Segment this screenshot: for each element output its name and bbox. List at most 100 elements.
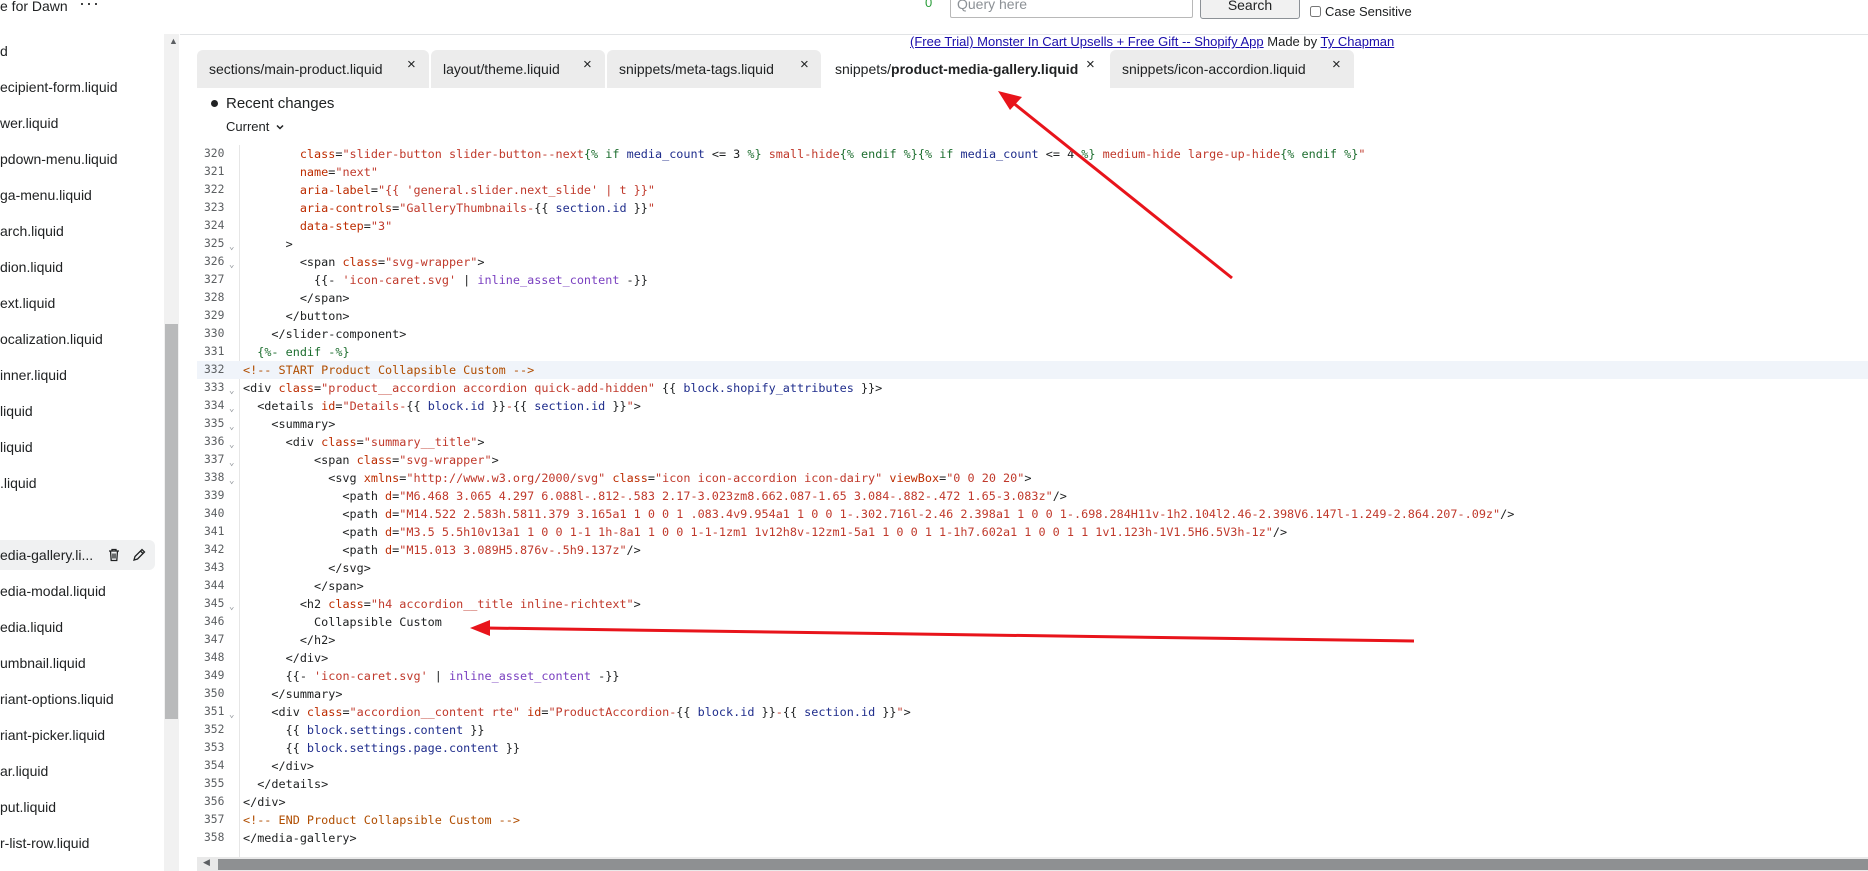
code-line[interactable]: 358 </media-gallery>: [197, 829, 1868, 847]
code-line[interactable]: 355 </details>: [197, 775, 1868, 793]
tab-file[interactable]: sections/main-product.liquid ×: [197, 50, 429, 88]
tab-file[interactable]: snippets/product-media-gallery.liquid ×: [823, 50, 1107, 88]
code-line[interactable]: 329 </button>: [197, 307, 1868, 325]
sidebar-item[interactable]: liquid: [0, 396, 155, 426]
code-line[interactable]: 337 ⌄ <span class="svg-wrapper">: [197, 451, 1868, 469]
sidebar-scroll-thumb[interactable]: [165, 324, 178, 719]
code-line[interactable]: 349 {{- 'icon-caret.svg' | inline_asset_…: [197, 667, 1868, 685]
code-line[interactable]: 351 ⌄ <div class="accordion__content rte"…: [197, 703, 1868, 721]
promo-link[interactable]: (Free Trial) Monster In Cart Upsells + F…: [910, 34, 1264, 49]
code-line[interactable]: 350 </summary>: [197, 685, 1868, 703]
promo-author-link[interactable]: Ty Chapman: [1321, 34, 1395, 49]
sidebar-item[interactable]: .liquid: [0, 468, 155, 498]
search-input[interactable]: [950, 0, 1193, 18]
sidebar-item-label: edia-gallery.li...: [0, 547, 94, 563]
code-text: <path d="M3.5 5.5h10v13a1 1 0 0 1-1 1h-8…: [243, 525, 1288, 539]
code-line[interactable]: 326 ⌄ <span class="svg-wrapper">: [197, 253, 1868, 271]
sidebar-item[interactable]: umbnail.liquid: [0, 648, 155, 678]
code-line[interactable]: 325 ⌄ >: [197, 235, 1868, 253]
code-line[interactable]: 347 </h2>: [197, 631, 1868, 649]
tab-label: sections/main-product.liquid: [209, 61, 383, 77]
line-number: 322: [204, 183, 225, 196]
sidebar-item[interactable]: ecipient-form.liquid: [0, 72, 155, 102]
version-select[interactable]: Current: [226, 119, 285, 134]
tab-file[interactable]: layout/theme.liquid ×: [431, 50, 605, 88]
code-line[interactable]: 340 <path d="M14.522 2.583h.5811.379 3.1…: [197, 505, 1868, 523]
sidebar-item[interactable]: r-list-row.liquid: [0, 828, 155, 858]
sidebar-item[interactable]: [0, 504, 155, 534]
close-icon[interactable]: ×: [800, 56, 809, 73]
close-icon[interactable]: ×: [583, 56, 592, 73]
sidebar-item[interactable]: ahadaiiiii: [0, 864, 155, 871]
code-line[interactable]: 327 {{- 'icon-caret.svg' | inline_asset_…: [197, 271, 1868, 289]
code-line[interactable]: 338 ⌄ <svg xmlns="http://www.w3.org/2000/…: [197, 469, 1868, 487]
more-options-icon[interactable]: ···: [79, 0, 100, 14]
sidebar-item[interactable]: ext.liquid: [0, 288, 155, 318]
code-line[interactable]: 354 </div>: [197, 757, 1868, 775]
sidebar-item[interactable]: ga-menu.liquid: [0, 180, 155, 210]
close-icon[interactable]: ×: [1086, 56, 1095, 73]
code-editor[interactable]: 320 class="slider-button slider-button--…: [197, 145, 1868, 857]
code-line[interactable]: 320 class="slider-button slider-button--…: [197, 145, 1868, 163]
sidebar-item-label: wer.liquid: [0, 115, 59, 131]
code-line[interactable]: 348 </div>: [197, 649, 1868, 667]
code-text: </span>: [243, 291, 350, 305]
code-line[interactable]: 330 </slider-component>: [197, 325, 1868, 343]
code-line[interactable]: 335 ⌄ <summary>: [197, 415, 1868, 433]
sidebar-item[interactable]: edia.liquid: [0, 612, 155, 642]
code-line[interactable]: 343 </svg>: [197, 559, 1868, 577]
sidebar-item[interactable]: dion.liquid: [0, 252, 155, 282]
code-line[interactable]: 328 </span>: [197, 289, 1868, 307]
line-number: 355: [204, 777, 225, 790]
sidebar-item[interactable]: riant-picker.liquid: [0, 720, 155, 750]
code-line[interactable]: 341 <path d="M3.5 5.5h10v13a1 1 0 0 1-1 …: [197, 523, 1868, 541]
tab-label-prefix: snippets/: [835, 61, 892, 77]
trash-icon[interactable]: [106, 547, 122, 563]
search-button[interactable]: Search: [1200, 0, 1300, 19]
sidebar-item[interactable]: pdown-menu.liquid: [0, 144, 155, 174]
code-line[interactable]: 345 ⌄ <h2 class="h4 accordion__title inli…: [197, 595, 1868, 613]
sidebar-item[interactable]: liquid: [0, 432, 155, 462]
sidebar-item[interactable]: wer.liquid: [0, 108, 155, 138]
code-line[interactable]: 353 {{ block.settings.page.content }}: [197, 739, 1868, 757]
code-line[interactable]: 352 {{ block.settings.content }}: [197, 721, 1868, 739]
case-sensitive-checkbox[interactable]: [1310, 6, 1321, 17]
code-text: </slider-component>: [243, 327, 407, 341]
case-sensitive-toggle[interactable]: Case Sensitive: [1310, 4, 1412, 19]
pencil-icon[interactable]: [131, 547, 147, 563]
sidebar-item[interactable]: riant-options.liquid: [0, 684, 155, 714]
tab-file[interactable]: snippets/icon-accordion.liquid ×: [1110, 50, 1354, 88]
code-line[interactable]: 333 ⌄ <div class="product__accordion accor…: [197, 379, 1868, 397]
sidebar-item[interactable]: arch.liquid: [0, 216, 155, 246]
sidebar-item[interactable]: inner.liquid: [0, 360, 155, 390]
code-line[interactable]: 356 </div>: [197, 793, 1868, 811]
chevron-down-icon: [276, 124, 284, 130]
code-line[interactable]: 334 ⌄ <details id="Details-{{ block.id }}…: [197, 397, 1868, 415]
tab-file[interactable]: snippets/meta-tags.liquid ×: [607, 50, 821, 88]
scroll-left-icon[interactable]: ◀: [203, 857, 210, 868]
sidebar-item[interactable]: put.liquid: [0, 792, 155, 822]
sidebar-item[interactable]: ocalization.liquid: [0, 324, 155, 354]
code-line[interactable]: 346 Collapsible Custom: [197, 613, 1868, 631]
code-line[interactable]: 344 </span>: [197, 577, 1868, 595]
sidebar-item[interactable]: edia-gallery.li...: [0, 540, 155, 570]
horizontal-scroll-thumb[interactable]: [218, 859, 1868, 870]
code-line[interactable]: 336 ⌄ <div class="summary__title">: [197, 433, 1868, 451]
code-line[interactable]: 321 name="next": [197, 163, 1868, 181]
code-line[interactable]: 339 <path d="M6.468 3.065 4.297 6.088l-.…: [197, 487, 1868, 505]
close-icon[interactable]: ×: [1332, 56, 1341, 73]
code-text: </svg>: [243, 561, 371, 575]
code-line[interactable]: 331 {%- endif -%}: [197, 343, 1868, 361]
code-line[interactable]: 322 aria-label="{{ 'general.slider.next_…: [197, 181, 1868, 199]
sidebar-item[interactable]: d: [0, 36, 155, 66]
close-icon[interactable]: ×: [407, 56, 416, 73]
code-text: </h2>: [243, 633, 336, 647]
code-line[interactable]: 324 data-step="3": [197, 217, 1868, 235]
scroll-up-icon[interactable]: ▲: [169, 36, 178, 46]
sidebar-item[interactable]: edia-modal.liquid: [0, 576, 155, 606]
code-line[interactable]: 342 <path d="M15.013 3.089H5.876v-.5h9.1…: [197, 541, 1868, 559]
code-line[interactable]: 332 <!-- START Product Collapsible Custom…: [197, 361, 1868, 379]
code-line[interactable]: 323 aria-controls="GalleryThumbnails-{{ …: [197, 199, 1868, 217]
code-line[interactable]: 357 <!-- END Product Collapsible Custom -…: [197, 811, 1868, 829]
sidebar-item[interactable]: ar.liquid: [0, 756, 155, 786]
